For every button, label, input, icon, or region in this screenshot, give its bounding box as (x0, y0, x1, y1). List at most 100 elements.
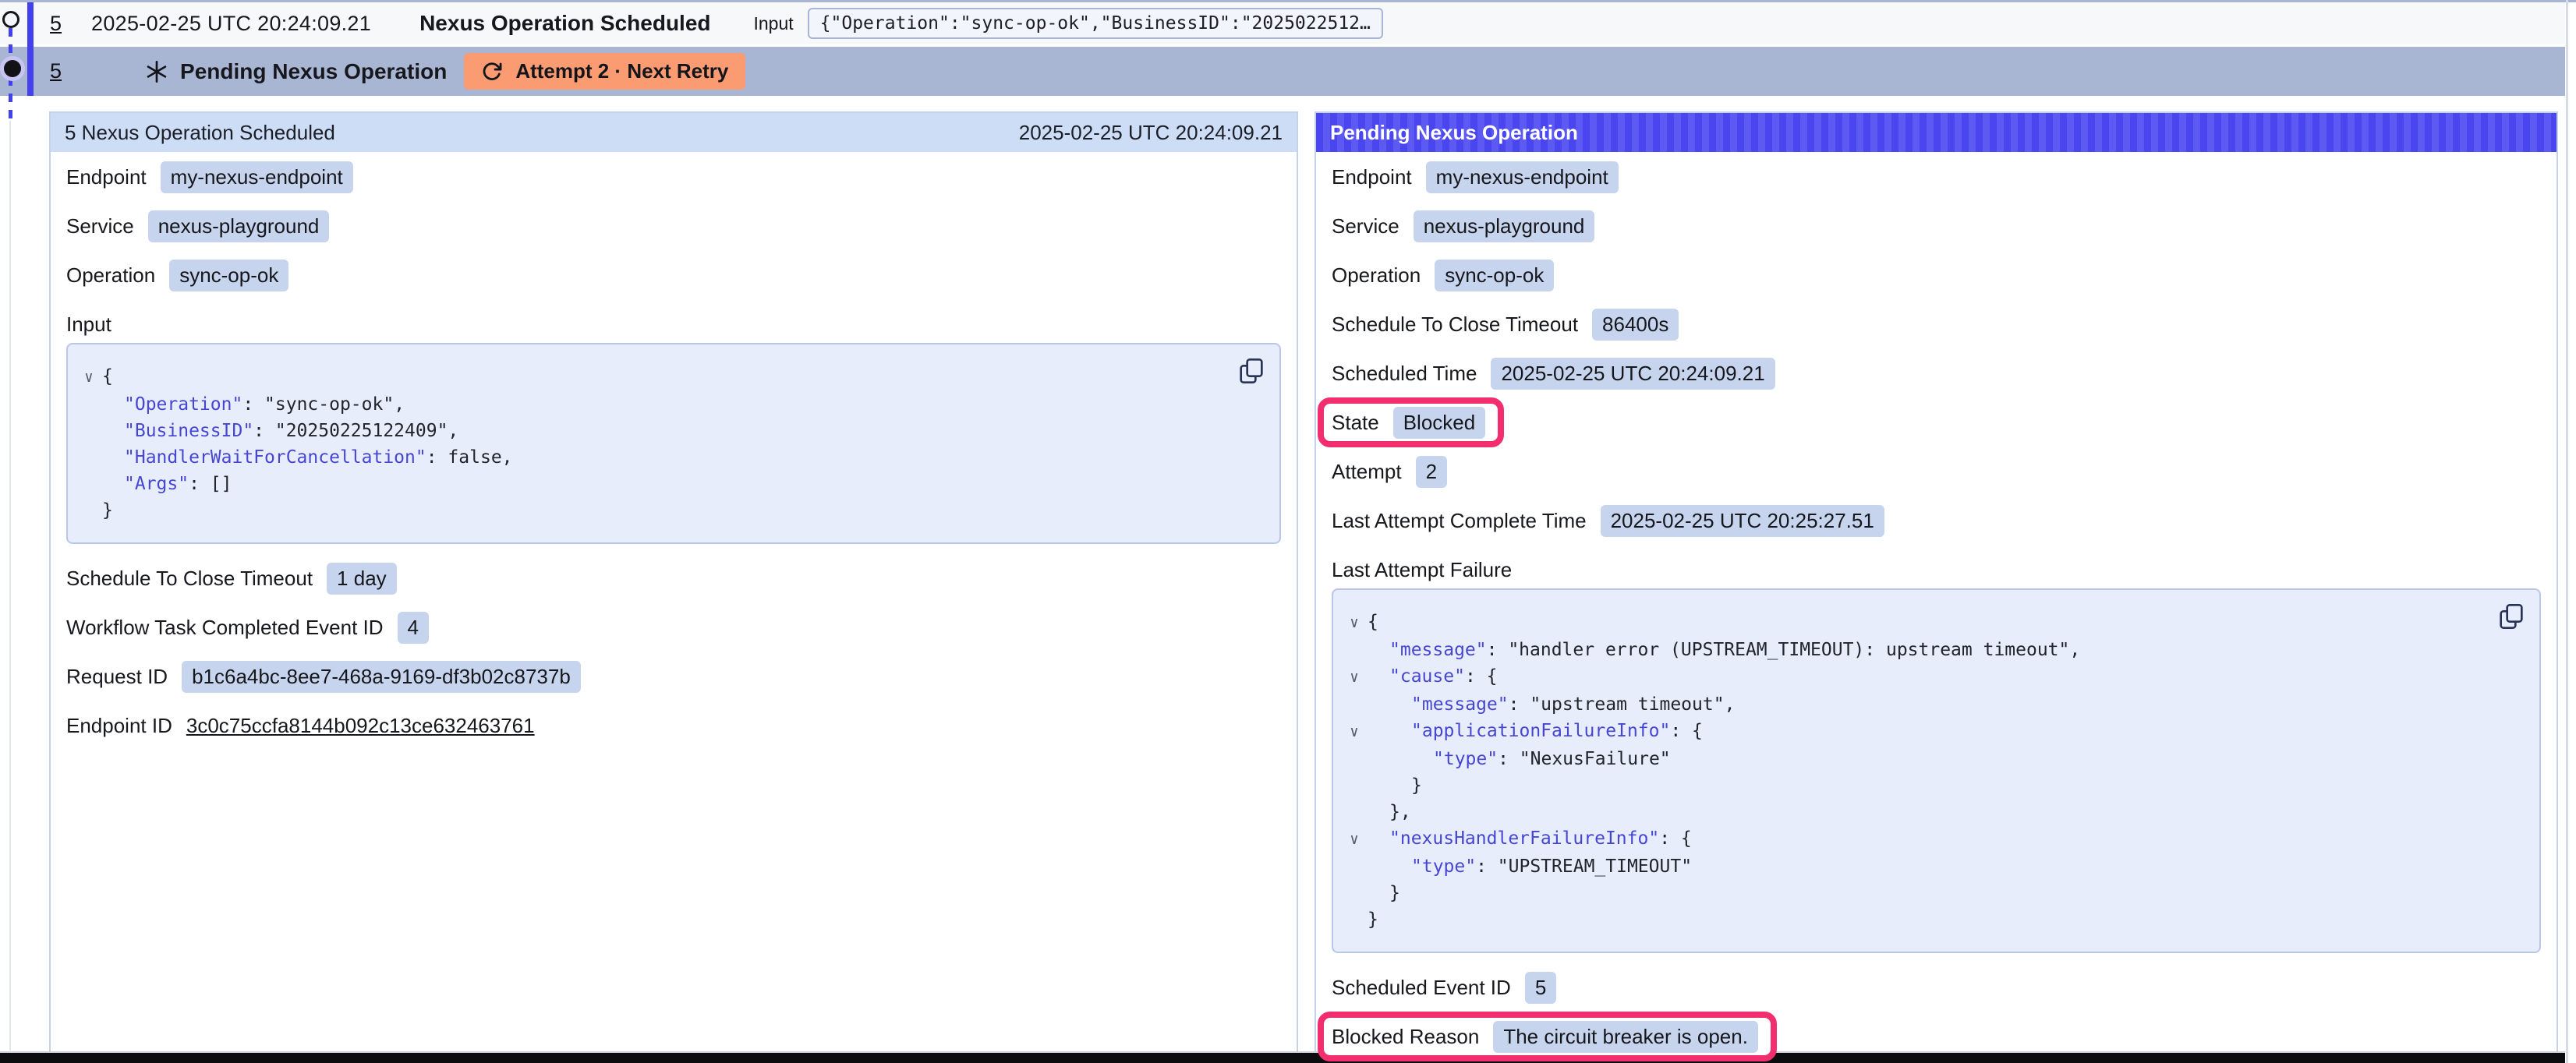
event-id-link[interactable]: 5 (50, 12, 62, 36)
right-border (2566, 0, 2568, 1063)
failure-json-viewer: ∨{ "message": "handler error (UPSTREAM_T… (1332, 588, 2541, 953)
timeline-track (9, 121, 11, 1051)
field-value-badge: 4 (398, 612, 429, 644)
field-input-label: Input (66, 309, 1281, 340)
field-value-badge: sync-op-ok (169, 260, 288, 291)
state-highlight-annotation: State Blocked (1318, 397, 1504, 447)
field-state: State Blocked (1332, 407, 1485, 438)
field-value-badge: 5 (1525, 972, 1556, 1004)
json-line: ∨{ (1341, 609, 2489, 637)
field-label: Service (66, 214, 134, 238)
retry-badge-label: Attempt 2 · Next Retry (515, 59, 728, 83)
json-line: "HandlerWaitForCancellation": false, (76, 444, 1230, 471)
json-line: } (1341, 772, 2489, 799)
field-label: Last Attempt Complete Time (1332, 509, 1587, 533)
field-value-badge: my-nexus-endpoint (161, 161, 353, 193)
field-label: Endpoint (66, 165, 147, 189)
event-detail-title: 5 Nexus Operation Scheduled (65, 121, 335, 145)
field-value-badge: 1 day (327, 563, 397, 595)
pending-operation-header[interactable]: Pending Nexus Operation (1316, 113, 2557, 152)
retry-status-badge: Attempt 2 · Next Retry (464, 53, 745, 90)
json-line: ∨"nexusHandlerFailureInfo": { (1341, 825, 2489, 853)
field-label: Endpoint (1332, 165, 1412, 189)
field-label: Service (1332, 214, 1399, 238)
collapse-chevron-icon[interactable]: ∨ (1341, 609, 1368, 637)
event-title: Nexus Operation Scheduled (419, 11, 710, 36)
field-value-badge: nexus-playground (1414, 210, 1595, 242)
json-line: "message": "upstream timeout", (1341, 691, 2489, 718)
field-label: Operation (66, 263, 155, 288)
field-label: Workflow Task Completed Event ID (66, 616, 384, 640)
field-service: Service nexus-playground (66, 210, 1281, 242)
blocked-reason-highlight-annotation: Blocked Reason The circuit breaker is op… (1318, 1012, 1777, 1061)
event-detail-card: 5 Nexus Operation Scheduled 2025-02-25 U… (49, 111, 1298, 1063)
json-line: "Args": [] (76, 471, 1230, 497)
endpoint-id-link[interactable]: 3c0c75ccfa8144b092c13ce632463761 (186, 714, 535, 738)
field-label: Input (66, 313, 111, 337)
collapse-chevron-icon[interactable]: ∨ (76, 363, 102, 391)
json-line: } (76, 497, 1230, 524)
field-value-badge: nexus-playground (148, 210, 330, 242)
json-line: ∨"cause": { (1341, 663, 2489, 691)
field-label: Schedule To Close Timeout (66, 567, 313, 591)
json-line: "BusinessID": "20250225122409", (76, 418, 1230, 444)
field-scheduled-event-id: Scheduled Event ID 5 (1332, 972, 2541, 1003)
field-label: State (1332, 411, 1379, 435)
field-label: Scheduled Event ID (1332, 976, 1511, 1000)
event-detail-timestamp: 2025-02-25 UTC 20:24:09.21 (1019, 121, 1283, 145)
pending-operation-header-title: Pending Nexus Operation (1330, 121, 1578, 145)
field-value-badge: my-nexus-endpoint (1426, 161, 1619, 193)
event-timestamp: 2025-02-25 UTC 20:24:09.21 (91, 12, 371, 36)
field-label: Endpoint ID (66, 714, 172, 738)
json-line: } (1341, 906, 2489, 933)
field-label: Blocked Reason (1332, 1025, 1479, 1049)
field-value-badge: b1c6a4bc-8ee7-468a-9169-df3b02c8737b (182, 661, 581, 693)
field-label: Operation (1332, 263, 1421, 288)
copy-icon[interactable] (1239, 357, 1264, 385)
field-value-badge: 86400s (1592, 309, 1679, 341)
json-line: }, (1341, 799, 2489, 825)
event-open-circle-icon (2, 11, 19, 28)
asterisk-icon (144, 59, 169, 84)
selected-events-indicator-bar (27, 2, 34, 96)
pending-operation-row[interactable]: 5 Pending Nexus Operation Attempt 2 · Ne… (0, 47, 2565, 96)
pending-operation-card: Pending Nexus Operation Endpoint my-nexu… (1315, 111, 2558, 1063)
json-line: "type": "NexusFailure" (1341, 746, 2489, 772)
json-line: "Operation": "sync-op-ok", (76, 391, 1230, 418)
field-request-id: Request ID b1c6a4bc-8ee7-468a-9169-df3b0… (66, 661, 1281, 692)
collapse-chevron-icon[interactable]: ∨ (1341, 718, 1368, 746)
field-label: Last Attempt Failure (1332, 558, 1512, 582)
event-id-link[interactable]: 5 (50, 59, 62, 83)
pending-operation-title: Pending Nexus Operation (180, 59, 447, 84)
field-label: Schedule To Close Timeout (1332, 313, 1578, 337)
json-line: ∨"applicationFailureInfo": { (1341, 718, 2489, 746)
collapse-chevron-icon[interactable]: ∨ (1341, 663, 1368, 691)
field-endpoint-id: Endpoint ID 3c0c75ccfa8144b092c13ce63246… (66, 710, 1281, 741)
field-blocked-reason: Blocked Reason The circuit breaker is op… (1332, 1021, 1758, 1052)
field-service: Service nexus-playground (1332, 210, 2541, 242)
field-value-badge: sync-op-ok (1435, 260, 1554, 291)
field-endpoint: Endpoint my-nexus-endpoint (66, 161, 1281, 192)
copy-icon[interactable] (2499, 602, 2524, 630)
state-value-badge: Blocked (1393, 407, 1486, 439)
field-schedule-to-close-timeout: Schedule To Close Timeout 86400s (1332, 309, 2541, 340)
json-line: } (1341, 880, 2489, 906)
json-line: ∨{ (76, 363, 1230, 391)
field-label: Request ID (66, 665, 168, 689)
field-scheduled-time: Scheduled Time 2025-02-25 UTC 20:24:09.2… (1332, 358, 2541, 389)
field-operation: Operation sync-op-ok (66, 260, 1281, 291)
input-label: Input (754, 13, 794, 34)
field-operation: Operation sync-op-ok (1332, 260, 2541, 291)
field-value-badge: 2 (1416, 456, 1447, 488)
field-attempt: Attempt 2 (1332, 456, 2541, 487)
event-detail-header[interactable]: 5 Nexus Operation Scheduled 2025-02-25 U… (51, 113, 1297, 152)
input-preview-chip[interactable]: {"Operation":"sync-op-ok","BusinessID":"… (808, 8, 1383, 39)
input-json-viewer: ∨{ "Operation": "sync-op-ok", "BusinessI… (66, 343, 1281, 544)
event-row-scheduled[interactable]: 5 2025-02-25 UTC 20:24:09.21 Nexus Opera… (0, 2, 2565, 44)
field-endpoint: Endpoint my-nexus-endpoint (1332, 161, 2541, 192)
bottom-black-divider (0, 1053, 2565, 1063)
collapse-chevron-icon[interactable]: ∨ (1341, 825, 1368, 853)
field-last-attempt-complete-time: Last Attempt Complete Time 2025-02-25 UT… (1332, 505, 2541, 536)
field-last-attempt-failure-label: Last Attempt Failure (1332, 554, 2541, 585)
field-schedule-to-close-timeout: Schedule To Close Timeout 1 day (66, 563, 1281, 594)
